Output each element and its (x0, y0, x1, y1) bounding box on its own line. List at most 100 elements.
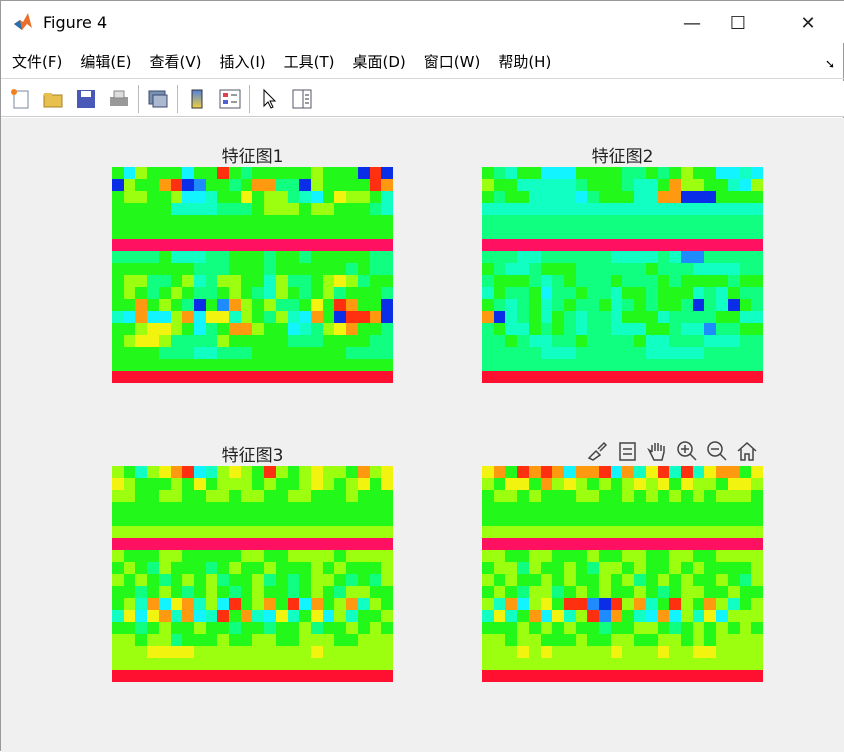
heatmap-cell (264, 167, 276, 179)
heatmap-cell (264, 371, 276, 383)
heatmap-cell (299, 478, 312, 490)
heatmap-cell (552, 478, 564, 490)
menu-insert[interactable]: 插入(I) (220, 51, 266, 72)
minimize-button[interactable]: — (677, 9, 707, 37)
print-icon[interactable] (105, 85, 133, 113)
heatmap-cell (716, 287, 728, 299)
pan-icon[interactable] (644, 438, 670, 464)
heatmap-cell (112, 251, 124, 263)
menu-desktop[interactable]: 桌面(D) (353, 51, 406, 72)
heatmap-cell (552, 239, 564, 251)
legend-icon[interactable] (216, 85, 244, 113)
heatmap-cell (229, 610, 241, 622)
heatmap-cell (299, 323, 312, 335)
menu-tools[interactable]: 工具(T) (284, 51, 335, 72)
heatmap-cell (252, 490, 265, 502)
heatmap-cell (193, 335, 206, 347)
heatmap-cell (182, 287, 194, 299)
heatmap-cell (563, 646, 576, 658)
maximize-button[interactable]: ☐ (723, 9, 753, 37)
title-bar: Figure 4 — ☐ ✕ (1, 1, 844, 43)
heatmap-cell (334, 371, 347, 383)
heatmap-cell (170, 514, 183, 526)
data-tips-icon[interactable] (614, 438, 640, 464)
heatmap-cell (692, 347, 705, 359)
figure-canvas: 特征图1 特征图2 特征图3 (1, 118, 844, 752)
heatmap-cell (287, 562, 300, 574)
heatmap-cell (493, 610, 506, 622)
heatmap-cell (217, 466, 230, 478)
heatmap-cell (610, 610, 623, 622)
new-file-icon[interactable] (6, 85, 34, 113)
dock-arrow-icon[interactable]: ➘ (825, 57, 835, 71)
heatmap-cell (587, 191, 600, 203)
feature-map-4[interactable] (482, 466, 763, 682)
heatmap-cell (657, 478, 670, 490)
menu-help[interactable]: 帮助(H) (498, 51, 551, 72)
heatmap-cell (158, 371, 171, 383)
heatmap-cell (645, 538, 658, 550)
heatmap-cell (334, 478, 347, 490)
heatmap-cell (692, 526, 705, 538)
heatmap-cell (182, 586, 194, 598)
menu-window[interactable]: 窗口(W) (424, 51, 481, 72)
heatmap-cell (264, 335, 276, 347)
heatmap-cell (170, 550, 183, 562)
heatmap-cell (563, 359, 576, 371)
heatmap-cell (517, 239, 529, 251)
open-folder-icon[interactable] (39, 85, 67, 113)
brush-icon[interactable] (584, 438, 610, 464)
heatmap-cell (170, 562, 183, 574)
heatmap-cell (158, 287, 171, 299)
zoom-in-icon[interactable] (674, 438, 700, 464)
heatmap-cell (299, 550, 312, 562)
heatmap-cell (322, 203, 335, 215)
close-button[interactable]: ✕ (793, 9, 823, 37)
colorbar-icon[interactable] (183, 85, 211, 113)
heatmap-cell (505, 574, 518, 586)
heatmap-cell (716, 323, 728, 335)
heatmap-cell (264, 562, 276, 574)
feature-map-2[interactable] (482, 167, 763, 383)
heatmap-cell (505, 287, 518, 299)
heatmap-cell (552, 526, 564, 538)
menu-edit[interactable]: 编辑(E) (80, 51, 131, 72)
link-figure-icon[interactable] (144, 85, 172, 113)
feature-map-3[interactable] (112, 466, 393, 682)
heatmap-cell (205, 478, 218, 490)
menu-file[interactable]: 文件(F) (12, 51, 62, 72)
heatmap-cell (657, 598, 670, 610)
heatmap-cell (517, 227, 529, 239)
home-icon[interactable] (734, 438, 760, 464)
heatmap-cell (170, 526, 183, 538)
heatmap-cell (170, 359, 183, 371)
heatmap-cell (357, 359, 370, 371)
property-inspector-icon[interactable] (288, 85, 316, 113)
menu-view[interactable]: 查看(V) (150, 51, 202, 72)
heatmap-cell (193, 598, 206, 610)
pointer-icon[interactable] (255, 85, 283, 113)
heatmap-cell (505, 215, 518, 227)
heatmap-cell (610, 311, 623, 323)
heatmap-cell (217, 359, 230, 371)
heatmap-cell (322, 275, 335, 287)
heatmap-cell (193, 227, 206, 239)
heatmap-cell (135, 203, 148, 215)
heatmap-cell (229, 323, 241, 335)
feature-map-1[interactable] (112, 167, 393, 383)
heatmap-cell (264, 215, 276, 227)
heatmap-cell (587, 538, 600, 550)
heatmap-cell (704, 586, 717, 598)
heatmap-cell (193, 203, 206, 215)
heatmap-cell (240, 598, 253, 610)
heatmap-cell (575, 275, 588, 287)
heatmap-cell (634, 239, 646, 251)
heatmap-cell (346, 299, 358, 311)
heatmap-cell (493, 598, 506, 610)
heatmap-cell (322, 550, 335, 562)
heatmap-cell (645, 598, 658, 610)
heatmap-cell (264, 670, 276, 682)
heatmap-cell (299, 287, 312, 299)
save-icon[interactable] (72, 85, 100, 113)
zoom-out-icon[interactable] (704, 438, 730, 464)
